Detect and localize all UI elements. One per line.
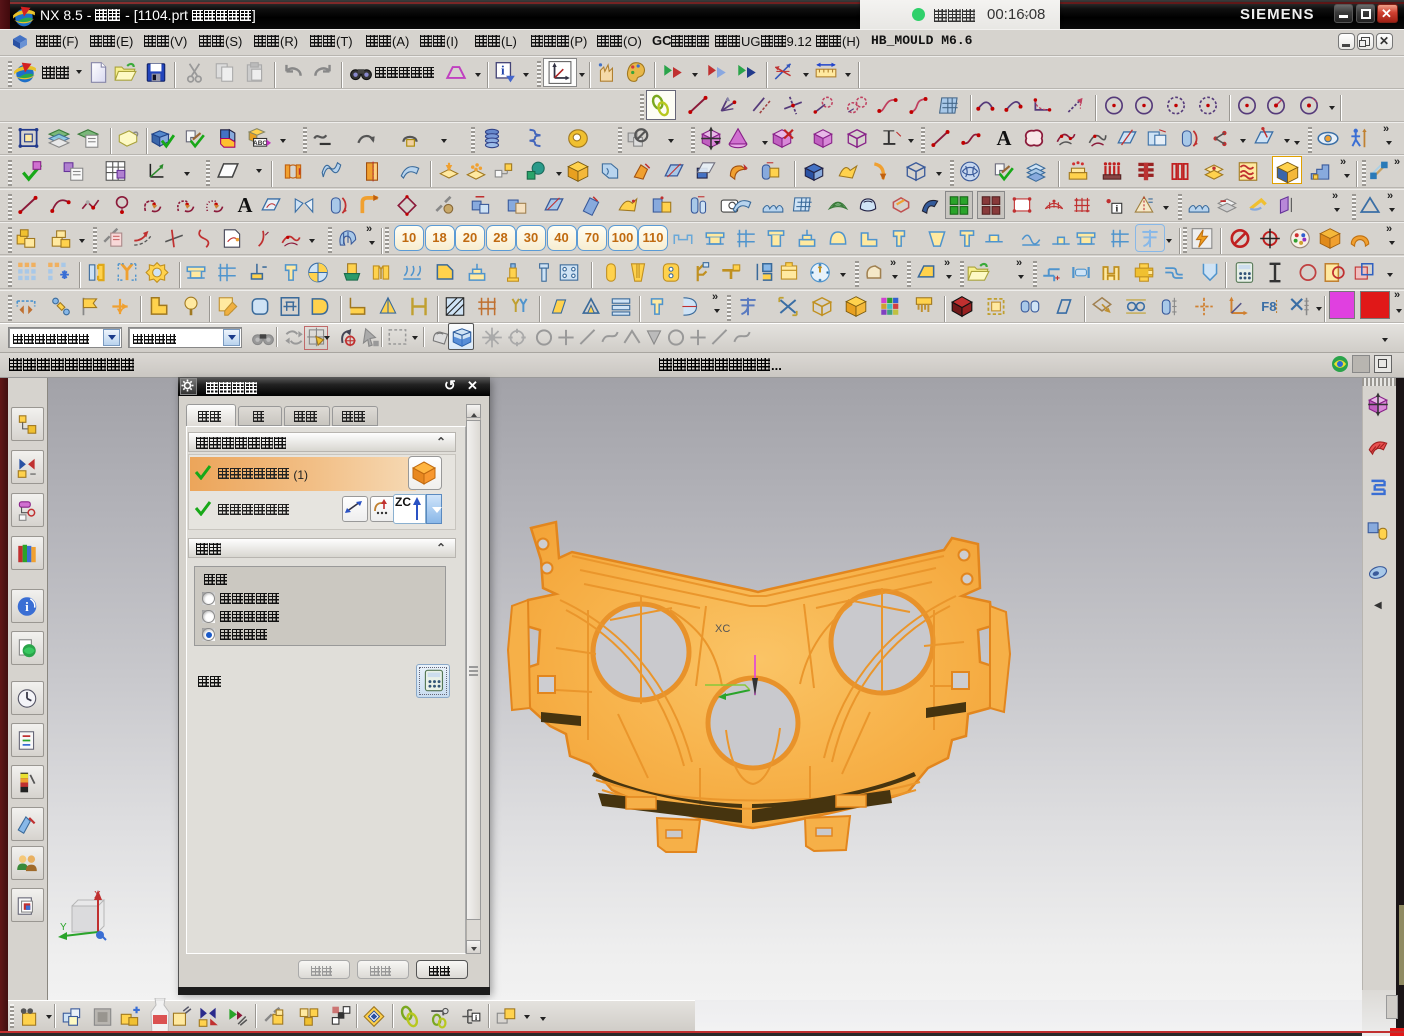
svg-text:i: i bbox=[1115, 203, 1118, 214]
svg-text:Y: Y bbox=[60, 922, 67, 933]
svg-text:XC: XC bbox=[715, 623, 730, 635]
svg-text:i: i bbox=[25, 598, 29, 613]
svg-text:ABC: ABC bbox=[253, 140, 267, 147]
svg-text:i: i bbox=[475, 1012, 477, 1021]
svg-text:X: X bbox=[94, 890, 101, 901]
svg-text:F8: F8 bbox=[1261, 298, 1276, 313]
svg-text:A: A bbox=[238, 195, 253, 217]
svg-text:i: i bbox=[501, 62, 505, 77]
svg-text:A: A bbox=[997, 128, 1012, 150]
